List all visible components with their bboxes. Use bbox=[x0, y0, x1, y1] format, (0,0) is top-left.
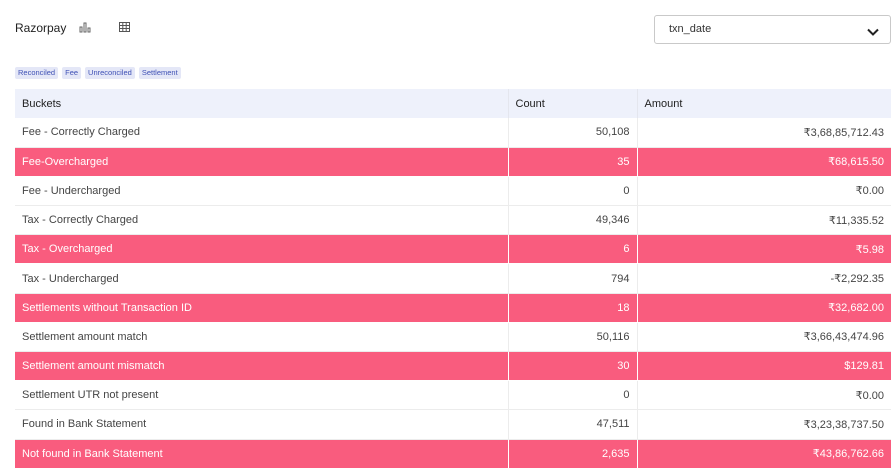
date-field-select-value: txn_date bbox=[669, 23, 712, 35]
app-title: Razorpay bbox=[15, 21, 67, 35]
count-cell: 794 bbox=[508, 263, 638, 294]
table-row[interactable]: Fee - Correctly Charged 50,108 ₹3,68,85,… bbox=[15, 118, 891, 148]
count-cell: 0 bbox=[508, 176, 638, 207]
table-row[interactable]: Fee - Undercharged 0 ₹0.00 bbox=[15, 176, 891, 207]
table-row[interactable]: Tax - Undercharged 794 -₹2,292.35 bbox=[15, 263, 891, 294]
tag-reconciled[interactable]: Reconciled bbox=[15, 67, 59, 79]
amount-cell: ₹3,23,38,737.50 bbox=[637, 409, 891, 440]
amount-cell: ₹0.00 bbox=[637, 380, 891, 411]
bucket-cell: Tax - Correctly Charged bbox=[15, 205, 509, 236]
table-row[interactable]: Not found in Bank Statement 2,635 ₹43,86… bbox=[15, 439, 891, 469]
amount-cell: ₹0.00 bbox=[637, 176, 891, 207]
table-header-row: Buckets Count Amount bbox=[15, 89, 891, 118]
amount-cell: ₹3,66,43,474.96 bbox=[637, 322, 891, 353]
count-cell: 50,116 bbox=[508, 322, 638, 353]
amount-cell: ₹5.98 bbox=[637, 234, 891, 265]
tag-settlement[interactable]: Settlement bbox=[138, 67, 181, 79]
table-row[interactable]: Tax - Correctly Charged 49,346 ₹11,335.5… bbox=[15, 205, 891, 236]
bucket-cell: Fee - Undercharged bbox=[15, 176, 509, 207]
table-row[interactable]: Settlement UTR not present 0 ₹0.00 bbox=[15, 380, 891, 411]
bucket-cell: Tax - Overcharged bbox=[15, 234, 509, 265]
filter-tags: Reconciled Fee Unreconciled Settlement bbox=[15, 67, 181, 79]
bucket-cell: Settlements without Transaction ID bbox=[15, 293, 509, 323]
bucket-cell: Fee-Overcharged bbox=[15, 147, 509, 177]
amount-cell: ₹32,682.00 bbox=[637, 293, 891, 323]
tag-fee[interactable]: Fee bbox=[62, 67, 82, 79]
count-cell: 2,635 bbox=[508, 439, 638, 469]
bucket-cell: Tax - Undercharged bbox=[15, 263, 509, 294]
amount-cell: ₹43,86,762.66 bbox=[637, 439, 891, 469]
chevron-down-icon bbox=[867, 24, 879, 42]
bucket-cell: Settlement amount mismatch bbox=[15, 351, 509, 382]
count-cell: 6 bbox=[508, 234, 638, 265]
count-cell: 49,346 bbox=[508, 205, 638, 236]
amount-cell: $129.81 bbox=[637, 351, 891, 382]
count-cell: 18 bbox=[508, 293, 638, 323]
amount-cell: ₹11,335.52 bbox=[637, 205, 891, 236]
table-row[interactable]: Settlement amount mismatch 30 $129.81 bbox=[15, 351, 891, 382]
bar-chart-icon[interactable] bbox=[78, 20, 92, 34]
bucket-cell: Settlement UTR not present bbox=[15, 380, 509, 411]
column-header-buckets[interactable]: Buckets bbox=[15, 89, 509, 118]
bucket-cell: Not found in Bank Statement bbox=[15, 439, 509, 469]
header: Razorpay txn_date bbox=[0, 0, 895, 60]
amount-cell: -₹2,292.35 bbox=[637, 263, 891, 294]
table-row[interactable]: Settlement amount match 50,116 ₹3,66,43,… bbox=[15, 322, 891, 353]
table-row[interactable]: Fee-Overcharged 35 ₹68,615.50 bbox=[15, 147, 891, 177]
tag-unreconciled[interactable]: Unreconciled bbox=[85, 67, 135, 79]
bucket-cell: Found in Bank Statement bbox=[15, 409, 509, 440]
table-grid-icon[interactable] bbox=[117, 20, 131, 34]
column-header-amount[interactable]: Amount bbox=[637, 89, 891, 118]
date-field-select[interactable]: txn_date bbox=[654, 15, 891, 44]
amount-cell: ₹3,68,85,712.43 bbox=[637, 118, 891, 148]
bucket-cell: Fee - Correctly Charged bbox=[15, 118, 509, 148]
column-header-count[interactable]: Count bbox=[508, 89, 638, 118]
amount-cell: ₹68,615.50 bbox=[637, 147, 891, 177]
table-row[interactable]: Tax - Overcharged 6 ₹5.98 bbox=[15, 234, 891, 265]
count-cell: 35 bbox=[508, 147, 638, 177]
table-row[interactable]: Found in Bank Statement 47,511 ₹3,23,38,… bbox=[15, 409, 891, 440]
count-cell: 30 bbox=[508, 351, 638, 382]
count-cell: 50,108 bbox=[508, 118, 638, 148]
count-cell: 47,511 bbox=[508, 409, 638, 440]
bucket-cell: Settlement amount match bbox=[15, 322, 509, 353]
count-cell: 0 bbox=[508, 380, 638, 411]
buckets-table: Buckets Count Amount Fee - Correctly Cha… bbox=[15, 89, 891, 469]
table-row[interactable]: Settlements without Transaction ID 18 ₹3… bbox=[15, 293, 891, 323]
